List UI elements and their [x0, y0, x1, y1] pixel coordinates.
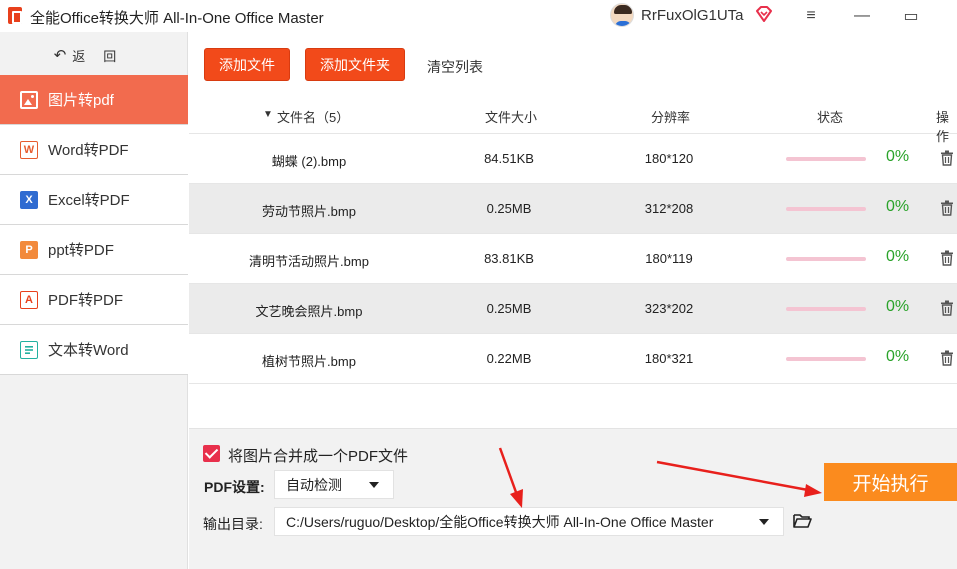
sidebar-item-label: 图片转pdf [48, 92, 114, 109]
minimize-icon[interactable]: — [849, 4, 875, 28]
sidebar-item-image-to-pdf[interactable]: 图片转pdf [0, 75, 188, 125]
resolution-cell: 180*120 [644, 151, 694, 166]
delete-trash-icon[interactable] [940, 200, 954, 216]
file-table: ▼ 文件名（5） 文件大小 分辨率 状态 操作 蝴蝶 (2).bmp 84.51K… [189, 96, 957, 384]
progress-percent: 0% [886, 298, 910, 315]
progress-percent: 0% [886, 348, 910, 365]
sidebar-item-label: 文本转Word [48, 342, 129, 359]
pdf-settings-select[interactable]: 自动检测 [274, 470, 394, 499]
vip-diamond-icon[interactable] [755, 5, 773, 23]
delete-trash-icon[interactable] [940, 150, 954, 166]
back-label: 返回 [72, 48, 135, 64]
progress-bar [786, 257, 866, 261]
window-title: 全能Office转换大师 All-In-One Office Master [30, 10, 324, 27]
maximize-icon[interactable]: ▭ [898, 4, 924, 28]
file-size-cell: 0.22MB [486, 351, 532, 366]
output-dir-label: 输出目录: [203, 516, 263, 532]
chevron-down-icon [759, 518, 769, 525]
folder-open-icon[interactable] [793, 513, 812, 528]
progress-percent: 0% [886, 198, 910, 215]
back-arrow-icon: ↶ [53, 47, 67, 64]
excel-icon: X [20, 190, 38, 209]
column-header-size: 文件大小 [485, 110, 538, 125]
chevron-down-icon [369, 481, 379, 488]
table-row[interactable]: 清明节活动照片.bmp 83.81KB 180*119 0% [189, 234, 957, 284]
pdf-icon: A [20, 290, 38, 309]
file-size-cell: 0.25MB [486, 301, 532, 316]
ppt-icon: P [20, 240, 38, 259]
sidebar-item-ppt-to-pdf[interactable]: P ppt转PDF [0, 225, 188, 275]
sidebar-item-label: Word转PDF [48, 142, 129, 159]
merge-checkbox[interactable] [203, 445, 220, 462]
merge-label: 将图片合并成一个PDF文件 [228, 448, 409, 465]
delete-trash-icon[interactable] [940, 250, 954, 266]
column-header-status: 状态 [817, 110, 844, 125]
start-button[interactable]: 开始执行 [824, 463, 957, 501]
output-dir-select[interactable]: C:/Users/ruguo/Desktop/全能Office转换大师 All-… [274, 507, 784, 536]
resolution-cell: 323*202 [644, 301, 694, 316]
progress-percent: 0% [886, 148, 910, 165]
sidebar-item-label: PDF转PDF [48, 292, 124, 309]
table-header: ▼ 文件名（5） 文件大小 分辨率 状态 操作 [189, 96, 957, 144]
username[interactable]: RrFuxOlG1UTa [641, 7, 744, 24]
sidebar-item-pdf-to-pdf[interactable]: A PDF转PDF [0, 275, 188, 325]
progress-bar [786, 357, 866, 361]
resolution-cell: 312*208 [644, 201, 694, 216]
pdf-settings-label: PDF设置: [204, 479, 265, 495]
table-row[interactable]: 劳动节照片.bmp 0.25MB 312*208 0% [189, 184, 957, 234]
progress-percent: 0% [886, 248, 910, 265]
user-avatar[interactable] [610, 3, 634, 27]
file-size-cell: 84.51KB [484, 151, 534, 166]
file-name-cell: 劳动节照片.bmp [262, 204, 356, 219]
resolution-cell: 180*119 [645, 251, 693, 266]
back-button[interactable]: ↶ 返回 [0, 40, 188, 70]
sidebar-item-text-to-word[interactable]: 文本转Word [0, 325, 188, 375]
sidebar-item-excel-to-pdf[interactable]: X Excel转PDF [0, 175, 188, 225]
table-row[interactable]: 文艺晚会照片.bmp 0.25MB 323*202 0% [189, 284, 957, 334]
file-name-cell: 植树节照片.bmp [262, 354, 356, 369]
progress-bar [786, 307, 866, 311]
sidebar-item-word-to-pdf[interactable]: W Word转PDF [0, 125, 188, 175]
table-row[interactable]: 蝴蝶 (2).bmp 84.51KB 180*120 0% [189, 134, 957, 184]
progress-bar [786, 207, 866, 211]
title-bar: 全能Office转换大师 All-In-One Office Master Rr… [0, 0, 957, 32]
sort-arrow-icon[interactable]: ▼ [263, 109, 273, 120]
sidebar: ↶ 返回 图片转pdf W Word转PDF X Excel转PDF P ppt… [0, 32, 188, 569]
column-header-resolution: 分辨率 [651, 110, 691, 125]
file-name-cell: 蝴蝶 (2).bmp [271, 154, 347, 169]
sidebar-nav: 图片转pdf W Word转PDF X Excel转PDF P ppt转PDF … [0, 75, 188, 375]
image-icon [20, 90, 38, 109]
file-size-cell: 83.81KB [484, 251, 534, 266]
file-name-cell: 清明节活动照片.bmp [249, 254, 369, 269]
column-header-name[interactable]: 文件名（5） [277, 107, 349, 126]
app-logo-icon [8, 7, 22, 24]
pdf-settings-value: 自动检测 [286, 476, 342, 493]
add-folder-button[interactable]: 添加文件夹 [305, 48, 405, 81]
resolution-cell: 180*321 [644, 351, 694, 366]
delete-trash-icon[interactable] [940, 350, 954, 366]
sidebar-item-label: Excel转PDF [48, 192, 130, 209]
table-row[interactable]: 植树节照片.bmp 0.22MB 180*321 0% [189, 334, 957, 384]
output-dir-value: C:/Users/ruguo/Desktop/全能Office转换大师 All-… [286, 513, 714, 530]
file-size-cell: 0.25MB [486, 201, 532, 216]
clear-list-button[interactable]: 清空列表 [427, 57, 483, 77]
sidebar-item-label: ppt转PDF [48, 242, 114, 259]
word-icon: W [20, 140, 38, 159]
progress-bar [786, 157, 866, 161]
file-name-cell: 文艺晚会照片.bmp [255, 304, 363, 319]
add-file-button[interactable]: 添加文件 [204, 48, 290, 81]
text-doc-icon [20, 340, 38, 359]
menu-icon[interactable]: ≡ [798, 4, 824, 28]
delete-trash-icon[interactable] [940, 300, 954, 316]
